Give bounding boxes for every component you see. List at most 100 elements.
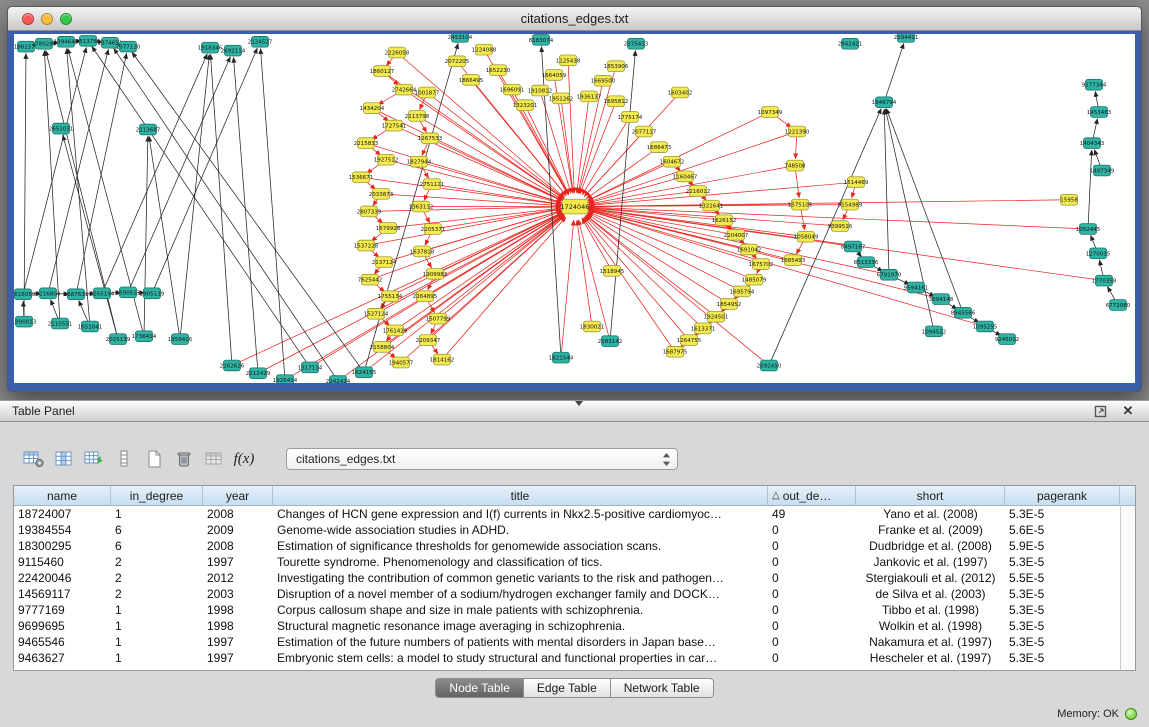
graph-node[interactable]: 1058049: [794, 231, 819, 242]
graph-node[interactable]: 1267533: [418, 133, 443, 144]
graph-edge[interactable]: [561, 98, 573, 193]
graph-edge[interactable]: [63, 135, 118, 339]
graph-node[interactable]: 1317114: [298, 362, 323, 373]
graph-node[interactable]: 1095255: [973, 321, 997, 332]
graph-edge[interactable]: [44, 51, 60, 324]
graph-node[interactable]: 1727541: [382, 120, 406, 131]
new-document-icon[interactable]: [142, 446, 166, 472]
table-row[interactable]: 1872400712008Changes of HCN gene express…: [14, 506, 1120, 522]
graph-node[interactable]: 1575105: [788, 199, 812, 210]
graph-node[interactable]: 2113798: [405, 111, 430, 122]
graph-node[interactable]: 1637818: [410, 246, 435, 257]
close-panel-icon[interactable]: ✕: [1119, 403, 1137, 419]
graph-node[interactable]: 1097349: [758, 107, 783, 118]
graph-node[interactable]: 1485079: [742, 274, 767, 285]
tab-edge-table[interactable]: Edge Table: [524, 678, 611, 698]
graph-node[interactable]: 1001877: [415, 87, 439, 98]
graph-node[interactable]: 1434204: [360, 103, 385, 114]
close-window-button[interactable]: [22, 13, 34, 25]
graph-node[interactable]: 1497349: [1090, 165, 1115, 176]
graph-edge[interactable]: [589, 182, 856, 205]
tab-node-table[interactable]: Node Table: [435, 678, 524, 698]
minimize-window-button[interactable]: [41, 13, 53, 25]
graph-node[interactable]: 1926414: [273, 375, 298, 383]
graph-node[interactable]: 7625442: [358, 274, 382, 285]
graph-node[interactable]: 1321641: [699, 200, 723, 211]
graph-node[interactable]: 2124527: [248, 36, 272, 47]
show-columns-icon[interactable]: [52, 446, 76, 472]
graph-node[interactable]: 1724046: [561, 199, 590, 214]
graph-node[interactable]: 1125438: [556, 55, 581, 66]
graph-node[interactable]: 1853906: [604, 61, 629, 72]
graph-node[interactable]: 2692114: [221, 45, 246, 56]
graph-node[interactable]: 1664059: [542, 70, 567, 81]
zoom-window-button[interactable]: [60, 13, 72, 25]
column-header-short[interactable]: short: [856, 486, 1005, 505]
graph-node[interactable]: 1590513: [116, 287, 141, 298]
graph-edge[interactable]: [210, 54, 232, 365]
graph-edge[interactable]: [92, 47, 310, 368]
graph-node[interactable]: 1221390: [785, 126, 810, 137]
graph-node[interactable]: 1936137: [577, 91, 601, 102]
graph-node[interactable]: 2110551: [48, 318, 72, 329]
network-canvas[interactable]: 1724046222605818601272742664143420417275…: [14, 34, 1135, 383]
graph-node[interactable]: 2025139: [106, 334, 131, 345]
graph-node[interactable]: 1691042: [737, 244, 761, 255]
graph-node[interactable]: 1624155: [352, 367, 376, 378]
graph-node[interactable]: 1323201: [513, 100, 537, 111]
graph-edge[interactable]: [1088, 150, 1092, 229]
graph-node[interactable]: 8945566: [951, 307, 976, 318]
graph-node[interactable]: 2751121: [420, 179, 444, 190]
graph-node[interactable]: 1940577: [389, 357, 413, 368]
graph-edge[interactable]: [24, 53, 26, 321]
graph-node[interactable]: 1946794: [872, 97, 897, 108]
graph-edge[interactable]: [588, 210, 985, 326]
graph-node[interactable]: 2453104: [448, 34, 473, 42]
table-row[interactable]: 1830029562008Estimation of significance …: [14, 538, 1120, 554]
graph-node[interactable]: 1652230: [486, 65, 511, 76]
graph-node[interactable]: 2807339: [357, 206, 382, 217]
graph-node[interactable]: 2375413: [624, 38, 649, 49]
graph-node[interactable]: 1224088: [472, 44, 497, 55]
splitter-handle[interactable]: [575, 401, 583, 406]
graph-node[interactable]: 1453483: [1087, 107, 1112, 118]
graph-node[interactable]: 2242424: [326, 376, 351, 383]
graph-edge[interactable]: [144, 136, 148, 336]
graph-node[interactable]: 2194411: [894, 34, 918, 42]
graph-node[interactable]: 1924501: [704, 311, 728, 322]
graph-node[interactable]: 2651031: [49, 123, 73, 134]
graph-node[interactable]: 1264755: [677, 335, 701, 346]
graph-node[interactable]: 2033873: [369, 189, 394, 200]
graph-node[interactable]: 748508: [785, 160, 807, 171]
table-row[interactable]: 1456911722003Disruption of a novel membe…: [14, 586, 1120, 602]
graph-edge[interactable]: [180, 54, 209, 339]
graph-node[interactable]: 6791970: [877, 269, 902, 280]
column-header-pagerank[interactable]: pagerank: [1005, 486, 1120, 505]
graph-node[interactable]: 1537228: [354, 240, 379, 251]
graph-node[interactable]: 1696091: [500, 84, 524, 95]
graph-node[interactable]: 2137124: [372, 257, 397, 268]
graph-node[interactable]: 8183074: [529, 34, 554, 45]
graph-node[interactable]: 2158804: [370, 342, 395, 353]
column-header-name[interactable]: name: [14, 486, 111, 505]
graph-node[interactable]: 1814162: [430, 354, 454, 365]
graph-node[interactable]: 2216012: [686, 186, 710, 197]
function-builder-icon[interactable]: f(x): [232, 446, 256, 472]
graph-node[interactable]: 3694148: [929, 294, 954, 305]
graph-node[interactable]: 1514469: [844, 177, 869, 188]
graph-node[interactable]: 2215833: [354, 138, 379, 149]
graph-node[interactable]: 1651041: [78, 321, 102, 332]
graph-edge[interactable]: [884, 43, 904, 102]
graph-node[interactable]: 2183142: [598, 336, 622, 347]
vertical-scrollbar[interactable]: [1120, 506, 1135, 670]
graph-node[interactable]: 1695794: [730, 286, 755, 297]
graph-node[interactable]: 1736414: [132, 331, 157, 342]
graph-node[interactable]: 1830021: [580, 321, 604, 332]
graph-node[interactable]: 1827944: [407, 156, 432, 167]
graph-node[interactable]: 2616059: [14, 289, 36, 300]
graph-node[interactable]: 1603402: [668, 87, 692, 98]
graph-node[interactable]: 2092450: [757, 360, 782, 371]
graph-node[interactable]: 6772080: [1106, 300, 1131, 311]
graph-edge[interactable]: [561, 220, 574, 358]
graph-node[interactable]: 8497167: [841, 241, 865, 252]
